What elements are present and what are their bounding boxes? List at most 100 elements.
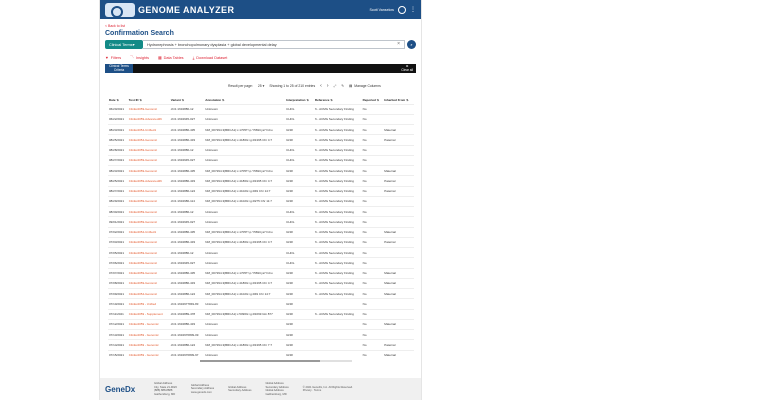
table-row[interactable]: 07/14/2021 ClinEx2059 - Genomic chr1:16348… bbox=[108, 339, 414, 350]
table-cell[interactable]: ClinEx2059-Advanced46 bbox=[127, 175, 170, 186]
table-cell: ft - ACMG Secondary Finding bbox=[313, 123, 362, 135]
clear-all-button[interactable]: ⊗ Clear all bbox=[401, 64, 413, 73]
table-cell: CHOL bbox=[285, 246, 314, 258]
results-toolbar: ▼ Filters 〽 Insights ▦ Data Tables ⤓ Downloa… bbox=[105, 55, 416, 60]
table-row[interactable]: 07/13/2021 ClinEx2059 - Genomic chr1:16349… bbox=[108, 328, 414, 340]
table-row[interactable]: 07/15/2021 ClinEx2059 - Genomic chr1:16349… bbox=[108, 349, 414, 361]
table-cell[interactable]: ClinEx2059-Genomic bbox=[127, 236, 170, 248]
table-cell[interactable]: ClinEx2059-Genomic bbox=[127, 257, 170, 268]
table-cell[interactable]: ClinEx2059 - Genomic bbox=[127, 339, 170, 350]
table-cell[interactable]: ClinEx2054-Genomic bbox=[127, 287, 170, 299]
more-options-icon[interactable]: ⋮ bbox=[410, 7, 416, 13]
table-cell: ft - ACMG Secondary Finding bbox=[313, 185, 362, 197]
table-row[interactable]: 08/25/2021 ClinEx2054-Genomic chr1:1634886… bbox=[108, 134, 414, 145]
next-page-icon[interactable]: › bbox=[327, 83, 329, 89]
pin-icon[interactable]: ✎ bbox=[341, 84, 344, 88]
download-dataset-button[interactable]: ⤓ Download Dataset bbox=[193, 55, 228, 60]
horizontal-scrollbar[interactable] bbox=[200, 360, 352, 363]
table-row[interactable]: 08/23/2021 ClinEx2059-Genomic chr1:1634886… bbox=[108, 164, 414, 176]
table-cell: chr1:1634986-114 bbox=[169, 195, 205, 207]
table-row[interactable]: 07/07/2021 ClinEx2059-Genomic chr1:1634886… bbox=[108, 267, 414, 279]
table-row[interactable]: 08/25/2021 ClinEx2059-Advanced46 chr1:1634… bbox=[108, 175, 414, 186]
table-row[interactable]: 08/27/2021 ClinEx2059-Genomic chr1:1634945… bbox=[108, 154, 414, 166]
expand-icon[interactable]: ⤢ bbox=[333, 84, 336, 88]
table-cell: No bbox=[361, 205, 384, 217]
manage-columns-button[interactable]: ▤ Manage Columns bbox=[349, 84, 381, 88]
column-header-test-id[interactable]: Test ID ⇅ bbox=[128, 96, 170, 104]
column-header-annotation[interactable]: Annotation ⇅ bbox=[204, 96, 285, 104]
table-row[interactable]: 07/02/2021 ClinEx2054-Unified1 chr1:163488… bbox=[108, 226, 414, 238]
column-header-reference[interactable]: Reference ⇅ bbox=[314, 96, 362, 104]
table-cell[interactable]: ClinEx2059-Genomic bbox=[127, 154, 170, 166]
table-cell[interactable]: ClinEx2059-Genomic bbox=[127, 205, 170, 217]
filters-button[interactable]: ▼ Filters bbox=[105, 55, 121, 60]
table-row[interactable]: 07/12/2021 ClinEx2059 - Genomic chr1:16348… bbox=[108, 318, 414, 330]
table-row[interactable]: 08/30/2021 ClinEx2059-Genomic chr1:1634886… bbox=[108, 205, 414, 217]
table-cell: ft - ACMG Secondary Finding bbox=[313, 144, 362, 156]
table-cell: No bbox=[361, 123, 384, 135]
columns-icon: ▤ bbox=[349, 84, 353, 88]
table-row[interactable]: 08/27/2021 ClinEx2054-Genomic chr1:1634886… bbox=[108, 185, 414, 197]
table-cell[interactable]: ClinEx2054-Genomic bbox=[127, 185, 170, 197]
brand-logo[interactable]: GENOME ANALYZER bbox=[105, 2, 234, 18]
search-input[interactable]: Hydronephrosis + bronchopulmonary dyspla… bbox=[143, 40, 405, 49]
scrollbar-thumb[interactable] bbox=[200, 360, 320, 363]
table-cell[interactable]: ClinEx2059-Genomic bbox=[127, 246, 170, 258]
search-icon[interactable]: ⌕ bbox=[407, 40, 416, 49]
footer-column-5: © 2021 GeneDx, Inc. All Rights Reserved.… bbox=[303, 386, 353, 393]
manage-columns-label: Manage Columns bbox=[354, 84, 381, 88]
table-cell: GNR bbox=[285, 267, 314, 279]
table-cell: chr1:1634886-435 bbox=[169, 226, 205, 238]
table-cell[interactable]: ClinEx2059 - Unified bbox=[127, 298, 170, 309]
table-row[interactable]: 07/09/2021 ClinEx2054-Genomic chr1:1634886… bbox=[108, 287, 414, 299]
search-bar: Clinical Terms ▾ Hydronephrosis + bronch… bbox=[105, 40, 416, 49]
column-header-interpretation[interactable]: Interpretation ⇅ bbox=[285, 96, 314, 104]
table-cell[interactable]: ClinEx2059-Genomic bbox=[127, 216, 170, 227]
table-row[interactable]: 08/23/2021 ClinEx2054-Unified1 chr1:163488… bbox=[108, 123, 414, 135]
table-cell: GNR bbox=[285, 318, 314, 330]
back-link[interactable]: < Back to list bbox=[105, 24, 421, 28]
table-row[interactable]: 08/29/2021 ClinEx2059-Genomic chr1:1634986… bbox=[108, 195, 414, 207]
table-cell[interactable]: ClinEx2059 - Genomic bbox=[127, 328, 170, 340]
data-tables-button[interactable]: ▦ Data Tables bbox=[158, 55, 184, 61]
table-cell[interactable]: ClinEx2059 - Genomic bbox=[127, 318, 170, 330]
table-row[interactable]: 07/03/2021 ClinEx2059-Genomic chr1:1634886… bbox=[108, 236, 414, 248]
table-cell[interactable]: ClinEx2059 - Supplement bbox=[127, 308, 170, 320]
rows-per-page-select[interactable]: 25 ▾ bbox=[258, 84, 264, 88]
table-cell[interactable]: ClinEx2054-Genomic bbox=[127, 134, 170, 145]
clear-search-icon[interactable]: × bbox=[397, 41, 400, 47]
table-row[interactable]: 06/20/2021 ClinEx2059-Genomic chr1:1634886… bbox=[108, 103, 414, 115]
table-cell: No bbox=[361, 277, 384, 289]
table-cell[interactable]: ClinEx2059-Genomic bbox=[127, 164, 170, 176]
footer-logo[interactable]: GeneDx bbox=[105, 385, 140, 394]
table-cell[interactable]: ClinEx2059-Genomic bbox=[127, 195, 170, 207]
table-row[interactable]: 07/08/2021 ClinEx2059-Genomic chr1:1634886… bbox=[108, 277, 414, 289]
column-header-date[interactable]: Date ⇅ bbox=[108, 96, 128, 104]
table-row[interactable]: 07/06/2021 ClinEx2059-Genomic chr1:1634945… bbox=[108, 257, 414, 268]
table-cell[interactable]: ClinEx2059 - Genomic bbox=[127, 349, 170, 361]
table-cell[interactable]: ClinEx2054-Unified1 bbox=[127, 226, 170, 238]
user-avatar-icon[interactable] bbox=[398, 5, 406, 14]
column-header-inherited-from[interactable]: Inherited From ⇅ bbox=[383, 96, 414, 104]
table-cell[interactable]: ClinEx2059-Genomic bbox=[127, 277, 170, 289]
table-row[interactable]: 06/22/2021 ClinEx2059-Advanced46 chr1:1634… bbox=[108, 113, 414, 125]
table-row[interactable]: 08/28/2021 ClinEx2059-Genomic chr1:1634886… bbox=[108, 144, 414, 156]
table-cell: chr1:1634945-027 bbox=[169, 113, 205, 125]
column-header-reported[interactable]: Reported ⇅ bbox=[362, 96, 384, 104]
active-filter-chip[interactable]: Clinical Terms Criteria bbox=[105, 64, 133, 73]
table-row[interactable]: 07/10/2021 ClinEx2059 - Unified chr1:16349… bbox=[108, 298, 414, 309]
table-row[interactable]: 07/05/2021 ClinEx2059-Genomic chr1:1634886… bbox=[108, 246, 414, 258]
insights-button[interactable]: 〽 Insights bbox=[130, 55, 149, 60]
search-field-selector[interactable]: Clinical Terms ▾ bbox=[105, 40, 143, 49]
table-cell[interactable]: ClinEx2054-Unified1 bbox=[127, 123, 170, 135]
column-header-variant[interactable]: Variant ⇅ bbox=[170, 96, 205, 104]
table-cell[interactable]: ClinEx2059-Advanced46 bbox=[127, 113, 170, 125]
table-cell[interactable]: ClinEx2059-Genomic bbox=[127, 144, 170, 156]
table-cell: Unknown bbox=[204, 328, 286, 340]
table-cell[interactable]: ClinEx2059-Genomic bbox=[127, 267, 170, 279]
prev-page-icon[interactable]: ‹ bbox=[320, 83, 322, 89]
table-row[interactable]: 07/11/2021 ClinEx2059 - Supplement chr1:16… bbox=[108, 308, 414, 320]
table-cell[interactable]: ClinEx2059-Genomic bbox=[127, 103, 170, 115]
table-cell: 07/06/2021 bbox=[108, 257, 128, 268]
table-row[interactable]: 09/01/2021 ClinEx2059-Genomic chr1:1634945… bbox=[108, 216, 414, 227]
